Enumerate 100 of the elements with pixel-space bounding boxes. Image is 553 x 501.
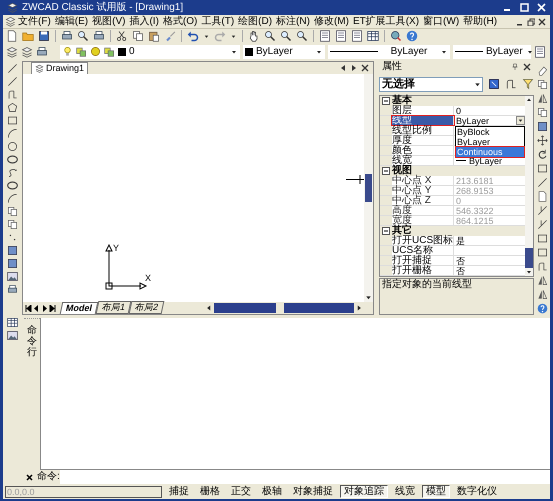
printer-icon[interactable] xyxy=(93,30,105,42)
line-icon[interactable] xyxy=(537,177,548,188)
ellipse-icon[interactable] xyxy=(7,180,18,191)
menu-item[interactable]: 格式(O) xyxy=(160,16,200,26)
layer-dropdown[interactable]: 0 xyxy=(60,44,240,58)
property-value[interactable]: 0 xyxy=(456,106,462,116)
hatch-icon[interactable] xyxy=(7,258,18,269)
preview-icon[interactable] xyxy=(77,30,89,42)
menu-item[interactable]: 窗口(W) xyxy=(421,16,462,26)
help-icon[interactable] xyxy=(537,303,548,314)
property-name[interactable]: 打开捕捉 xyxy=(392,256,454,265)
hatch-icon[interactable] xyxy=(7,245,18,256)
line-icon[interactable] xyxy=(7,76,18,87)
vertical-scrollbar[interactable] xyxy=(364,74,373,302)
grid-icon[interactable] xyxy=(367,30,379,42)
scroll-right-icon[interactable] xyxy=(354,303,364,313)
scroll-thumb[interactable] xyxy=(525,248,533,268)
page-icon[interactable] xyxy=(537,191,548,202)
rectangle-icon[interactable] xyxy=(537,247,548,258)
menu-item[interactable]: 标注(N) xyxy=(274,16,312,26)
trim-icon[interactable] xyxy=(537,205,548,216)
move-icon[interactable] xyxy=(537,135,548,146)
scroll-thumb[interactable] xyxy=(365,174,372,202)
zoom-icon[interactable] xyxy=(296,30,308,42)
close-icon[interactable] xyxy=(26,474,33,480)
rotate-icon[interactable] xyxy=(537,149,548,160)
triangle-icon[interactable] xyxy=(537,289,548,300)
select-objects-icon[interactable] xyxy=(488,78,500,90)
sheet-icon[interactable] xyxy=(335,30,347,42)
selection-dropdown[interactable]: 无选择 xyxy=(379,76,483,92)
layout-tab[interactable]: 布局1 xyxy=(96,301,132,314)
status-toggle[interactable]: 栅格 xyxy=(196,485,224,498)
property-row[interactable]: 打开捕捉 否 xyxy=(380,256,525,266)
last-page-icon[interactable] xyxy=(49,304,56,312)
linetype-dropdown[interactable]: ByLayer xyxy=(328,44,450,58)
status-toggle[interactable]: 捕捉 xyxy=(165,485,193,498)
document-icon[interactable] xyxy=(5,16,16,27)
status-toggle[interactable]: 数字化仪 xyxy=(453,485,501,498)
property-row[interactable]: 打开UCS图标 是 xyxy=(380,236,525,246)
previous-page-icon[interactable] xyxy=(33,304,40,312)
status-toggle[interactable]: 对象捕捉 xyxy=(289,485,337,498)
property-name[interactable]: 线型比例 xyxy=(392,126,454,135)
block-icon[interactable] xyxy=(7,219,18,230)
command-input[interactable] xyxy=(60,470,550,484)
scroll-right-icon[interactable] xyxy=(350,64,358,72)
layers-icon[interactable] xyxy=(21,46,33,58)
triangle-icon[interactable] xyxy=(537,93,548,104)
collapse-icon[interactable] xyxy=(382,227,390,235)
arc-icon[interactable] xyxy=(7,193,18,204)
dropdown-button[interactable] xyxy=(516,116,525,125)
triangle-icon[interactable] xyxy=(537,275,548,286)
scroll-thumb[interactable] xyxy=(276,303,284,313)
menu-item[interactable]: 编辑(E) xyxy=(52,16,90,26)
copy-icon[interactable] xyxy=(537,107,548,118)
folder-icon[interactable] xyxy=(22,30,34,42)
property-name[interactable]: 图层 xyxy=(392,106,454,115)
copy-icon[interactable] xyxy=(537,79,548,90)
property-value[interactable]: 否 xyxy=(456,266,465,276)
caret-icon[interactable] xyxy=(230,32,237,40)
scissors-icon[interactable] xyxy=(116,30,128,42)
property-name[interactable]: UCS名称 xyxy=(392,246,454,255)
paste-icon[interactable] xyxy=(148,30,160,42)
status-toggle[interactable]: 线宽 xyxy=(391,485,419,498)
scroll-left-icon[interactable] xyxy=(339,64,347,72)
drawing-canvas[interactable]: Y X xyxy=(23,74,364,302)
rectangle-icon[interactable] xyxy=(7,115,18,126)
status-toggle[interactable]: 模型 xyxy=(422,485,450,498)
property-name[interactable]: 颜色 xyxy=(392,146,454,155)
undo-icon[interactable] xyxy=(187,30,199,42)
property-row[interactable]: 线宽 ByLayer xyxy=(380,156,525,166)
list-option[interactable]: ByLayer xyxy=(456,137,524,147)
layers-icon[interactable] xyxy=(6,46,18,58)
property-row[interactable]: UCS名称 xyxy=(380,246,525,256)
status-toggle[interactable]: 对象追踪 xyxy=(340,485,388,498)
image-icon[interactable] xyxy=(7,271,18,282)
quick-select-icon[interactable] xyxy=(505,78,517,90)
vertical-scrollbar[interactable] xyxy=(525,96,533,276)
circle-icon[interactable] xyxy=(7,141,18,152)
block-icon[interactable] xyxy=(7,206,18,217)
menu-item[interactable]: 修改(M) xyxy=(312,16,351,26)
property-name[interactable]: 厚度 xyxy=(392,136,454,145)
menu-item[interactable]: 视图(V) xyxy=(90,16,128,26)
document-tab[interactable]: Drawing1 xyxy=(31,62,88,74)
polyline-icon[interactable] xyxy=(7,89,18,100)
layout-tab[interactable]: 布局2 xyxy=(128,301,164,314)
list-option[interactable]: Continuous xyxy=(456,147,524,157)
property-name[interactable]: 线宽 xyxy=(392,156,454,165)
property-name[interactable]: 打开UCS图标 xyxy=(392,236,454,245)
scroll-up-icon[interactable] xyxy=(525,96,533,104)
first-page-icon[interactable] xyxy=(25,304,32,312)
break-icon[interactable] xyxy=(537,261,548,272)
property-value[interactable]: 否 xyxy=(456,256,465,266)
pentagon-icon[interactable] xyxy=(7,102,18,113)
zoom-icon[interactable] xyxy=(264,30,276,42)
rectangle-icon[interactable] xyxy=(537,233,548,244)
arc-icon[interactable] xyxy=(7,128,18,139)
ellipse-icon[interactable] xyxy=(7,154,18,165)
layout-tab[interactable]: Model xyxy=(60,302,98,314)
pin-icon[interactable] xyxy=(511,62,519,70)
scroll-left-icon[interactable] xyxy=(204,303,214,313)
